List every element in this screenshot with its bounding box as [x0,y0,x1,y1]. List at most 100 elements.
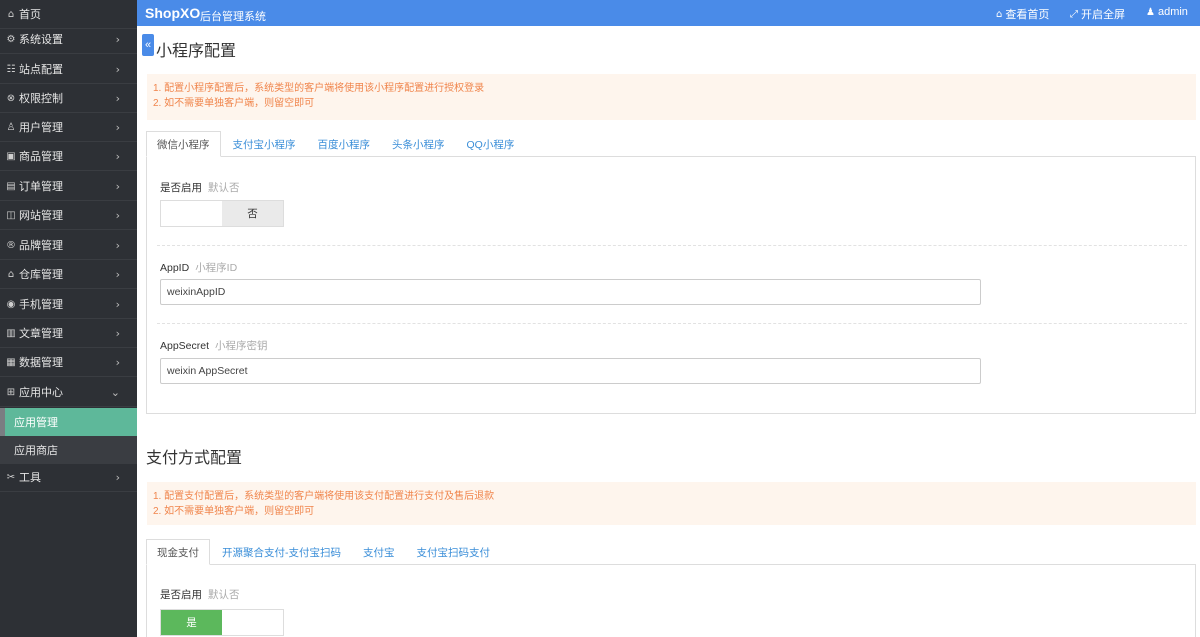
tab-toutiao[interactable]: 头条小程序 [382,131,455,157]
payment-section-title: 支付方式配置 [146,450,243,467]
enable-hint: 默认否 [208,182,240,194]
sidebar-item-products[interactable]: ▣ 商品管理 › [0,142,137,171]
sidebar-item-label: 网站管理 [19,210,63,222]
database-icon: ▦ [6,356,16,368]
article-icon: ▥ [6,327,16,339]
chevron-right-icon: › [115,149,120,163]
chevron-right-icon: › [115,267,120,281]
toggle-yes-option[interactable] [161,201,222,226]
user-menu[interactable]: ♟ admin [1146,6,1188,18]
sidebar-item-label: 订单管理 [19,181,63,193]
sidebar-item-label: 应用中心 [19,387,63,399]
payment-enable-hint: 默认否 [208,589,240,601]
miniprogram-tips: 1. 配置小程序配置后，系统类型的客户端将使用该小程序配置进行授权登录 2. 如… [147,74,1196,120]
tab-weixin[interactable]: 微信小程序 [146,131,221,157]
view-home-link[interactable]: ⌂ 查看首页 [996,6,1049,22]
collapse-sidebar-button[interactable]: « [142,34,154,56]
warehouse-icon: ⌂ [7,268,15,280]
fullscreen-label: 开启全屏 [1081,9,1125,21]
appsecret-hint: 小程序密钥 [215,340,268,352]
chevron-down-icon: ⌄ [110,385,120,399]
expand-icon: ⤢ [1070,8,1078,20]
chevron-right-icon: › [115,120,120,134]
appid-hint: 小程序ID [195,262,238,274]
tab-qq[interactable]: QQ小程序 [457,131,525,157]
home-icon: ⌂ [996,8,1003,20]
tab-alipay[interactable]: 支付宝 [353,539,405,565]
sidebar-item-brands[interactable]: ® 品牌管理 › [0,231,137,260]
chevron-right-icon: › [115,91,120,105]
payment-enable-field-label: 是否启用 默认否 [160,587,240,602]
sidebar: ⌂ 首页 ⚙ 系统设置 › ☷ 站点配置 › ⊗ 权限控制 › ♙ 用户管理 ›… [0,0,137,637]
tab-cash[interactable]: 现金支付 [146,539,210,565]
permission-icon: ⊗ [6,92,16,104]
sidebar-item-data[interactable]: ▦ 数据管理 › [0,348,137,377]
sidebar-item-mobile[interactable]: ◉ 手机管理 › [0,290,137,319]
sidebar-item-site-config[interactable]: ☷ 站点配置 › [0,55,137,84]
brand-logo[interactable]: ShopXO [145,5,200,21]
miniprogram-tabs: 微信小程序 支付宝小程序 百度小程序 头条小程序 QQ小程序 [146,131,526,157]
sidebar-subitem-app-management[interactable]: 应用管理 [0,408,137,436]
chevron-right-icon: › [115,238,120,252]
appid-input[interactable]: weixinAppID [160,279,981,305]
tab-open-aggregate-alipay-scan[interactable]: 开源聚合支付-支付宝扫码 [212,539,351,565]
chevron-right-icon: › [115,62,120,76]
sidebar-item-label: 系统设置 [19,34,63,46]
payment-tips: 1. 配置支付配置后，系统类型的客户端将使用该支付配置进行支付及售后退款 2. … [147,482,1196,525]
sidebar-item-label: 站点配置 [19,64,63,76]
toggle-no-option[interactable]: 否 [222,201,283,226]
sidebar-item-label: 首页 [19,9,41,21]
field-divider [157,245,1187,246]
chevron-right-icon: › [115,355,120,369]
sidebar-item-label: 手机管理 [19,299,63,311]
sidebar-item-label: 品牌管理 [19,240,63,252]
chevron-right-icon: › [115,470,120,484]
sidebar-item-label: 数据管理 [19,357,63,369]
username: admin [1157,6,1188,18]
sidebar-item-permissions[interactable]: ⊗ 权限控制 › [0,84,137,113]
sidebar-item-app-center[interactable]: ⊞ 应用中心 ⌄ [0,378,137,407]
payment-panel: 是否启用 默认否 是 [146,564,1196,637]
appsecret-label: AppSecret [160,340,210,352]
sidebar-item-label: 商品管理 [19,151,63,163]
sidebar-item-tools[interactable]: ✂ 工具 › [0,463,137,492]
payment-enable-label: 是否启用 [160,589,202,601]
sidebar-item-users[interactable]: ♙ 用户管理 › [0,113,137,142]
enable-label: 是否启用 [160,182,202,194]
gear-icon: ⚙ [6,33,16,45]
tab-alipay-scan[interactable]: 支付宝扫码支付 [407,539,501,565]
tab-alipay[interactable]: 支付宝小程序 [223,131,306,157]
tip-line: 1. 配置小程序配置后，系统类型的客户端将使用该小程序配置进行授权登录 [153,83,485,94]
payment-tabs: 现金支付 开源聚合支付-支付宝扫码 支付宝 支付宝扫码支付 [146,539,502,565]
sidebar-item-website[interactable]: ◫ 网站管理 › [0,201,137,230]
sidebar-item-label: 工具 [19,472,41,484]
toggle-no-option[interactable] [222,610,283,635]
sidebar-item-system-settings[interactable]: ⚙ 系统设置 › [0,25,137,54]
website-icon: ◫ [6,209,16,221]
sidebar-item-orders[interactable]: ▤ 订单管理 › [0,172,137,201]
sidebar-item-articles[interactable]: ▥ 文章管理 › [0,319,137,348]
user-icon: ♟ [1146,6,1155,18]
enable-toggle[interactable]: 否 [160,200,284,227]
appid-label: AppID [160,262,190,274]
miniprogram-section-title: 小程序配置 [156,43,237,60]
sidebar-item-label: 权限控制 [19,93,63,105]
tab-baidu[interactable]: 百度小程序 [308,131,381,157]
toggle-yes-option[interactable]: 是 [161,610,222,635]
payment-enable-toggle[interactable]: 是 [160,609,284,636]
appsecret-input[interactable]: weixin AppSecret [160,358,981,384]
miniprogram-panel: 是否启用 默认否 否 AppID 小程序ID weixinAppID AppSecr… [146,156,1196,414]
tip-line: 2. 如不需要单独客户端，则留空即可 [153,98,315,109]
chevron-right-icon: › [115,32,120,46]
chevron-right-icon: › [115,326,120,340]
main-content: « 小程序配置 1. 配置小程序配置后，系统类型的客户端将使用该小程序配置进行授… [137,26,1200,637]
sidebar-subitem-app-store[interactable]: 应用商店 [0,436,137,464]
chevron-right-icon: › [115,208,120,222]
home-icon: ⌂ [7,8,15,20]
user-icon: ♙ [6,121,16,133]
top-bar: ShopXO 后台管理系统 ⌂ 查看首页 ⤢ 开启全屏 ♟ admin [137,0,1200,26]
sidebar-item-warehouse[interactable]: ⌂ 仓库管理 › [0,260,137,289]
fullscreen-link[interactable]: ⤢ 开启全屏 [1070,6,1125,22]
appsecret-field-label: AppSecret 小程序密钥 [160,338,268,353]
appid-field-label: AppID 小程序ID [160,260,237,275]
